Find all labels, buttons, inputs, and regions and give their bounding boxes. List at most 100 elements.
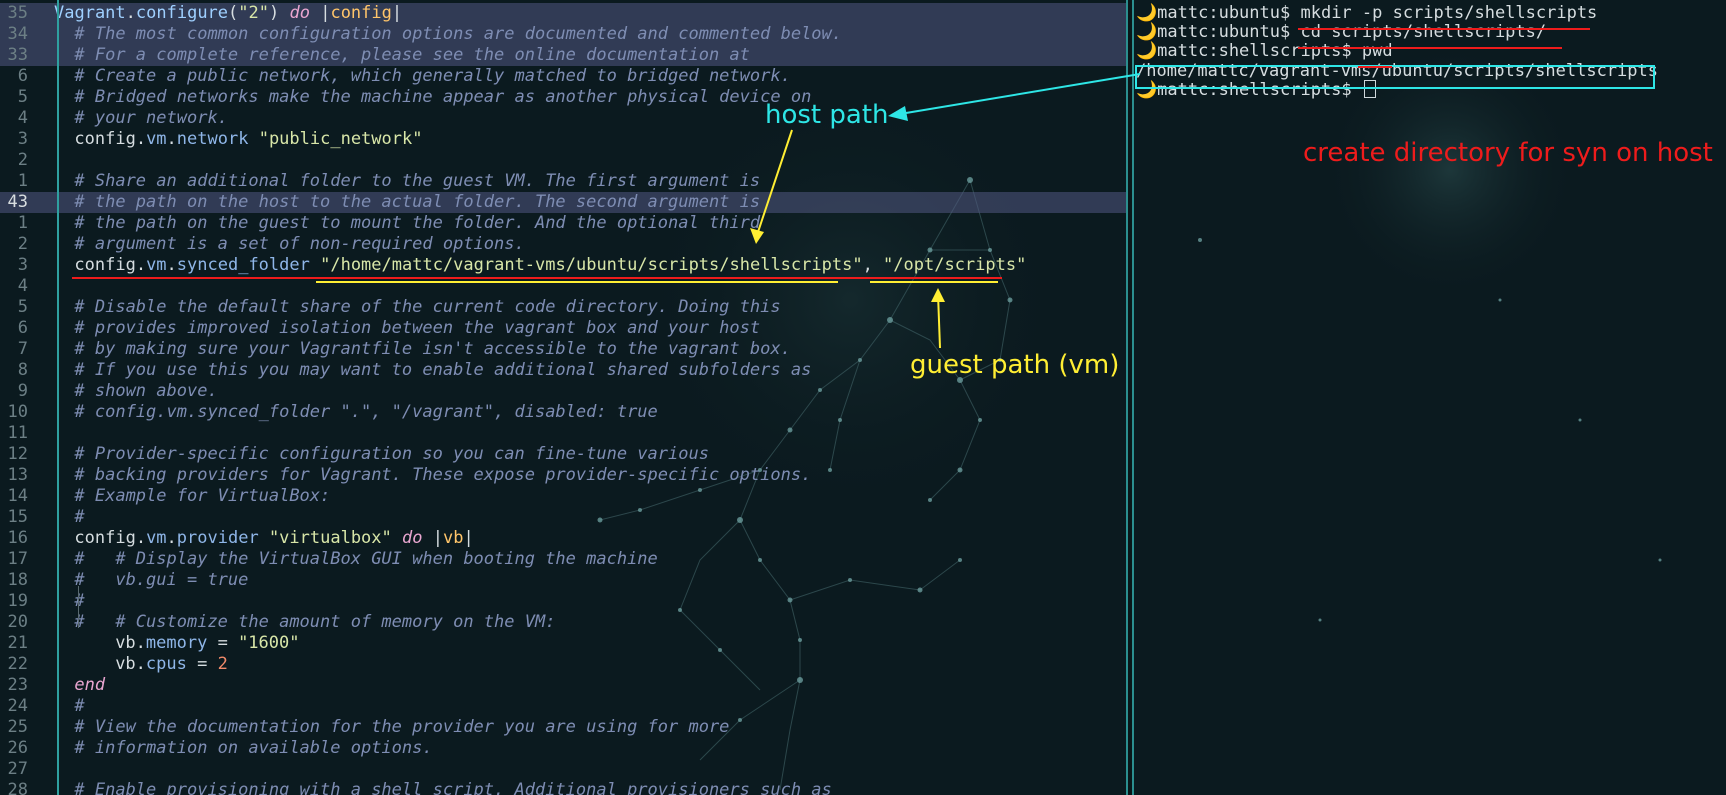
code-line[interactable]: 25 # View the documentation for the provi… [0,717,1126,738]
code-token: # [74,696,85,716]
code-text: # vb.gui = true [74,570,248,591]
code-line[interactable]: 21 vb.memory = "1600" [0,633,1126,654]
line-number: 4 [17,108,28,128]
code-line[interactable]: 6 # Create a public network, which genera… [0,66,1126,87]
code-text: vb.cpus = 2 [115,654,228,675]
line-number: 14 [7,486,28,506]
code-line[interactable]: 10 # config.vm.synced_folder ".", "/vagra… [0,402,1126,423]
code-token: vb [115,633,136,653]
code-line[interactable]: 1 # the path on the guest to mount the fo… [0,213,1126,234]
code-line[interactable]: 16 config.vm.provider "virtualbox" do |vb… [0,528,1126,549]
code-line[interactable]: 28 # Enable provisioning with a shell scr… [0,780,1126,795]
code-token: network [176,129,249,149]
code-line[interactable]: 4 [0,276,1126,297]
code-line[interactable]: 14 # Example for VirtualBox: [0,486,1126,507]
guest-path-annotation: guest path (vm) [910,350,1120,380]
code-text: # provides improved isolation between th… [74,318,760,339]
code-text: # [74,507,84,528]
code-token: . [135,528,147,548]
moon-icon: 🌙 [1136,79,1158,100]
code-line[interactable]: 43 # the path on the host to the actual f… [0,192,1126,213]
line-number: 4 [17,276,28,296]
terminal-command: cd scripts/shellscripts/ [1300,22,1547,43]
code-token: . [166,528,177,548]
code-line[interactable]: 3 config.vm.synced_folder "/home/mattc/va… [0,255,1126,276]
code-text: # # Customize the amount of memory on th… [74,612,555,633]
code-text: # Bridged networks make the machine appe… [74,87,811,108]
code-text: # Disable the default share of the curre… [74,297,780,318]
editor-pane[interactable]: 35 Vagrant.configure("2") do |config| 34 # … [0,0,1126,795]
code-token: config [330,3,392,23]
code-line[interactable]: 6 # provides improved isolation between t… [0,318,1126,339]
code-token: vb [115,654,136,674]
code-line[interactable]: 33 # For a complete reference, please see… [0,45,1126,66]
code-line[interactable]: 27 [0,759,1126,780]
code-line[interactable]: 19 # [0,591,1126,612]
code-line[interactable]: 35 Vagrant.configure("2") do |config| [0,3,1126,24]
code-token: # Enable provisioning with a shell scrip… [74,780,832,795]
code-line[interactable]: 11 [0,423,1126,444]
code-token: do [289,3,310,23]
line-number: 12 [7,444,28,464]
line-number: 16 [7,528,28,548]
line-number: 2 [17,150,28,170]
code-line[interactable]: 18 # vb.gui = true [0,570,1126,591]
code-line[interactable]: 34 # The most common configuration option… [0,24,1126,45]
code-token: # argument is a set of non-required opti… [74,234,525,254]
code-line[interactable]: 13 # backing providers for Vagrant. These… [0,465,1126,486]
code-line[interactable]: 17 # # Display the VirtualBox GUI when bo… [0,549,1126,570]
line-number: 17 [7,549,28,569]
code-token: # [74,507,85,527]
code-token: # provides improved isolation between th… [74,318,761,338]
indent-guide [78,586,79,628]
code-token: # Provider-specific configuration so you… [74,444,709,464]
code-line[interactable]: 5 # Bridged networks make the machine app… [0,87,1126,108]
code-token: "/opt/scripts" [883,255,1027,275]
line-number: 26 [7,738,28,758]
code-token: # by making sure your Vagrantfile isn't … [74,339,791,359]
code-line[interactable]: 9 # shown above. [0,381,1126,402]
pane-divider[interactable] [1126,0,1134,795]
line-number: 28 [7,780,28,795]
code-text: # For a complete reference, please see t… [74,45,750,66]
terminal-pane[interactable]: 🌙mattc:ubuntu$ mkdir -p scripts/shellscr… [1134,0,1726,795]
code-text: # your network. [74,108,228,129]
code-token: . [125,3,136,23]
code-text: end [74,675,105,696]
code-text: # backing providers for Vagrant. These e… [74,465,811,486]
code-text: # information on available options. [74,738,432,759]
code-line[interactable]: 4 # your network. [0,108,1126,129]
code-line[interactable]: 26 # information on available options. [0,738,1126,759]
code-token: # shown above. [74,381,218,401]
terminal-cursor[interactable] [1363,79,1376,98]
gutter-bar [57,0,59,795]
code-line[interactable]: 15 # [0,507,1126,528]
code-token: | [309,3,331,23]
code-token: # Example for VirtualBox: [74,486,331,506]
line-number: 34 [7,24,28,44]
code-line[interactable]: 12 # Provider-specific configuration so y… [0,444,1126,465]
terminal-command: pwd [1361,41,1393,62]
code-text: # If you use this you may want to enable… [74,360,811,381]
code-token: 2 [217,654,228,674]
line-number: 27 [7,759,28,779]
code-line[interactable]: 5 # Disable the default share of the curr… [0,297,1126,318]
code-token: vm [146,528,167,548]
code-text: # The most common configuration options … [74,24,842,45]
line-number: 21 [7,633,28,653]
code-line[interactable]: 22 vb.cpus = 2 [0,654,1126,675]
code-line[interactable]: 1 # Share an additional folder to the gue… [0,171,1126,192]
code-text: config.vm.synced_folder "/home/mattc/vag… [74,255,1026,276]
code-token: # vb.gui = true [74,570,249,590]
code-line[interactable]: 23 end [0,675,1126,696]
code-line[interactable]: 2 # argument is a set of non-required opt… [0,234,1126,255]
code-text: # argument is a set of non-required opti… [74,234,524,255]
code-line[interactable]: 3 config.vm.network "public_network" [0,129,1126,150]
code-line[interactable]: 20 # # Customize the amount of memory on … [0,612,1126,633]
host-path-annotation: host path [765,100,889,130]
code-text: # [74,696,84,717]
code-line[interactable]: 2 [0,150,1126,171]
code-line[interactable]: 24 # [0,696,1126,717]
code-token: vm [146,129,167,149]
